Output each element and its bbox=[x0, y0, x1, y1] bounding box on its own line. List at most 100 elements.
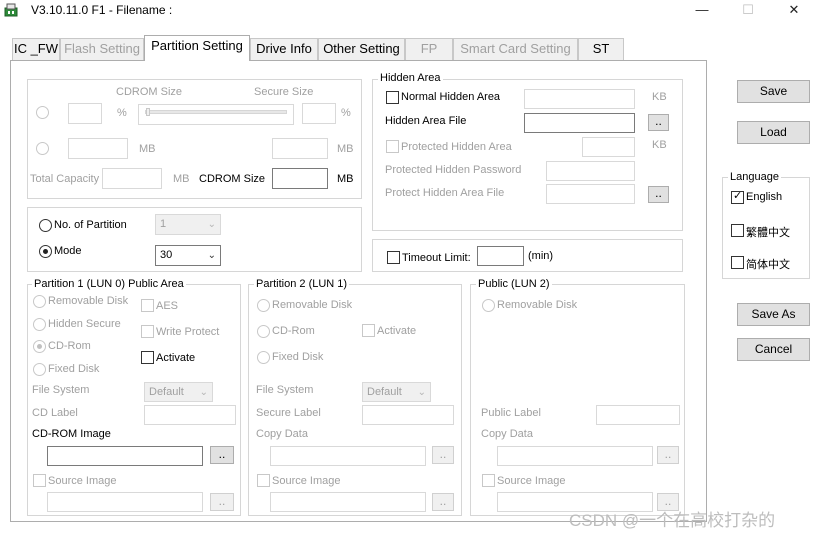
percent-unit-secure: % bbox=[341, 107, 351, 119]
tab-smart-card-setting[interactable]: Smart Card Setting bbox=[453, 38, 578, 60]
p1-source-image-input[interactable] bbox=[47, 492, 203, 512]
save-button[interactable]: Save bbox=[737, 80, 810, 103]
p1-fixed-disk-label: Fixed Disk bbox=[48, 363, 100, 375]
p2-copy-data-input[interactable] bbox=[270, 446, 426, 466]
tab-ic-fw[interactable]: IC _FW bbox=[12, 38, 60, 60]
cdrom-percent-input[interactable] bbox=[68, 103, 102, 124]
load-button[interactable]: Load bbox=[737, 121, 810, 144]
kb-unit: KB bbox=[652, 91, 667, 103]
p3-copy-data-input[interactable] bbox=[497, 446, 653, 466]
normal-hidden-area-label: Normal Hidden Area bbox=[401, 91, 501, 103]
p2-radio-removable-disk[interactable] bbox=[257, 299, 270, 312]
p1-aes-label: AES bbox=[156, 300, 179, 312]
p1-radio-cd-rom[interactable] bbox=[33, 340, 46, 353]
mode-label: Mode bbox=[54, 245, 82, 257]
p1-cd-rom-image-input[interactable] bbox=[47, 446, 203, 466]
tab-other-setting[interactable]: Other Setting bbox=[318, 38, 405, 60]
hidden-area-file-browse-button[interactable]: .. bbox=[648, 114, 669, 131]
partition2-title: Partition 2 (LUN 1) bbox=[254, 278, 350, 290]
p1-cd-label-input[interactable] bbox=[144, 405, 236, 425]
p1-radio-hidden-secure[interactable] bbox=[33, 318, 46, 331]
cdrom-size-label: CDROM Size bbox=[116, 86, 183, 98]
cancel-button[interactable]: Cancel bbox=[737, 338, 810, 361]
maximize-button[interactable]: ☐ bbox=[725, 0, 771, 22]
title-bar: V3.10.11.0 F1 - Filename : — ☐ ✕ bbox=[0, 0, 815, 22]
hidden-area-title: Hidden Area bbox=[378, 72, 443, 84]
p2-source-image-checkbox[interactable] bbox=[257, 474, 270, 487]
radio-mode[interactable] bbox=[39, 245, 52, 258]
mode-select[interactable]: 30 ⌄ bbox=[155, 245, 221, 266]
p1-activate-label: Activate bbox=[156, 352, 196, 364]
language-simplified-chinese-checkbox[interactable] bbox=[731, 256, 744, 269]
p2-activate-checkbox[interactable] bbox=[362, 324, 375, 337]
p1-source-image-browse-button[interactable]: .. bbox=[210, 493, 234, 511]
close-button[interactable]: ✕ bbox=[771, 0, 815, 22]
cdrom-size-input[interactable] bbox=[272, 168, 328, 189]
p2-cd-rom-label: CD-Rom bbox=[272, 325, 315, 337]
p2-radio-cd-rom[interactable] bbox=[257, 325, 270, 338]
p1-cd-label-label: CD Label bbox=[32, 407, 78, 419]
p3-public-label-input[interactable] bbox=[596, 405, 680, 425]
mb-unit-cdrom: MB bbox=[337, 173, 354, 185]
p2-source-image-browse-button[interactable]: .. bbox=[432, 493, 454, 511]
p1-source-image-label: Source Image bbox=[48, 475, 117, 487]
total-capacity-input[interactable] bbox=[102, 168, 162, 189]
p3-public-label-label: Public Label bbox=[481, 407, 541, 419]
p1-activate-checkbox[interactable] bbox=[141, 351, 154, 364]
p1-write-protect-checkbox[interactable] bbox=[141, 325, 154, 338]
p1-removable-disk-label: Removable Disk bbox=[48, 295, 129, 307]
p2-fixed-disk-label: Fixed Disk bbox=[272, 351, 324, 363]
protect-hidden-area-file-browse-button[interactable]: .. bbox=[648, 186, 669, 203]
p2-secure-label-input[interactable] bbox=[362, 405, 454, 425]
p3-source-image-label: Source Image bbox=[497, 475, 566, 487]
tab-fp[interactable]: FP bbox=[405, 38, 453, 60]
watermark-text: CSDN @一个在高校打杂的 bbox=[569, 511, 776, 530]
minimize-button[interactable]: — bbox=[679, 0, 725, 22]
p1-cd-rom-image-browse-button[interactable]: .. bbox=[210, 446, 234, 464]
timeout-limit-input[interactable] bbox=[477, 246, 524, 266]
save-as-button[interactable]: Save As bbox=[737, 303, 810, 326]
p1-source-image-checkbox[interactable] bbox=[33, 474, 46, 487]
protected-hidden-area-checkbox[interactable] bbox=[386, 140, 399, 153]
tab-flash-setting[interactable]: Flash Setting bbox=[60, 38, 144, 60]
p3-source-image-checkbox[interactable] bbox=[482, 474, 495, 487]
p2-copy-data-browse-button[interactable]: .. bbox=[432, 446, 454, 464]
p1-radio-fixed-disk[interactable] bbox=[33, 363, 46, 376]
protected-hidden-area-input[interactable] bbox=[582, 137, 635, 157]
radio-mb-mode[interactable] bbox=[36, 142, 49, 155]
no-of-partition-select[interactable]: 1 ⌄ bbox=[155, 214, 221, 235]
p2-source-image-input[interactable] bbox=[270, 492, 426, 512]
tab-partition-setting[interactable]: Partition Setting bbox=[144, 35, 250, 61]
p3-copy-data-browse-button[interactable]: .. bbox=[657, 446, 679, 464]
tab-st[interactable]: ST bbox=[578, 38, 624, 60]
size-ratio-slider[interactable] bbox=[138, 104, 294, 125]
p1-radio-removable-disk[interactable] bbox=[33, 295, 46, 308]
p1-aes-checkbox[interactable] bbox=[141, 299, 154, 312]
protect-hidden-area-file-input[interactable] bbox=[546, 184, 635, 204]
p2-file-system-label: File System bbox=[256, 384, 314, 396]
p2-radio-fixed-disk[interactable] bbox=[257, 351, 270, 364]
language-simplified-chinese-label: 简体中文 bbox=[746, 258, 790, 271]
p1-file-system-select[interactable]: Default ⌄ bbox=[144, 382, 213, 402]
normal-hidden-area-checkbox[interactable] bbox=[386, 91, 399, 104]
no-of-partition-label: No. of Partition bbox=[54, 219, 127, 231]
p2-copy-data-label: Copy Data bbox=[256, 428, 308, 440]
secure-percent-input[interactable] bbox=[302, 103, 336, 124]
language-traditional-chinese-checkbox[interactable] bbox=[731, 224, 744, 237]
language-english-checkbox[interactable]: ✓ bbox=[731, 190, 744, 204]
timeout-limit-checkbox[interactable] bbox=[387, 251, 400, 264]
p3-radio-removable-disk[interactable] bbox=[482, 299, 495, 312]
radio-percent-mode[interactable] bbox=[36, 106, 49, 119]
cdrom-size-active-label: CDROM Size bbox=[199, 173, 266, 185]
hidden-area-file-input[interactable] bbox=[524, 113, 635, 133]
radio-no-of-partition[interactable] bbox=[39, 219, 52, 232]
p1-hidden-secure-label: Hidden Secure bbox=[48, 318, 121, 330]
p2-file-system-select[interactable]: Default ⌄ bbox=[362, 382, 431, 402]
tab-drive-info[interactable]: Drive Info bbox=[250, 38, 318, 60]
normal-hidden-area-input[interactable] bbox=[524, 89, 635, 109]
secure-mb-input[interactable] bbox=[272, 138, 328, 159]
app-icon bbox=[4, 3, 18, 17]
protected-hidden-password-input[interactable] bbox=[546, 161, 635, 181]
protected-hidden-area-label: Protected Hidden Area bbox=[401, 141, 512, 153]
cdrom-mb-input[interactable] bbox=[68, 138, 128, 159]
